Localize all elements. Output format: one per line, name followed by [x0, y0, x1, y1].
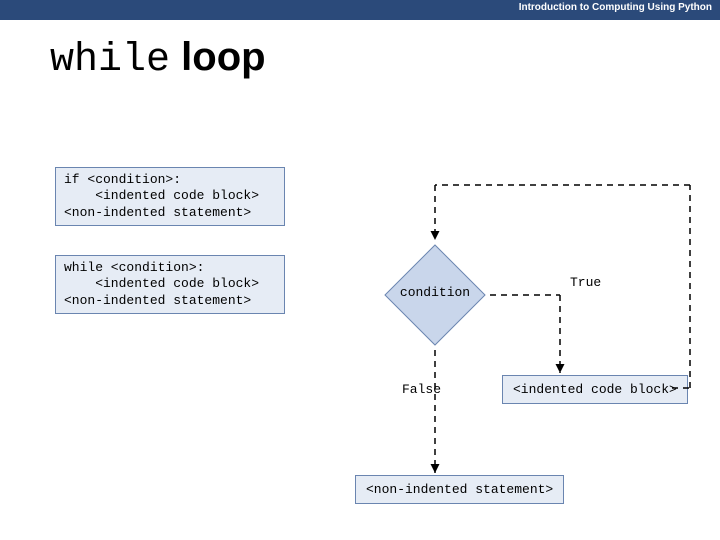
- header-course-text: Introduction to Computing Using Python: [519, 2, 712, 13]
- header-bar: Introduction to Computing Using Python: [0, 0, 720, 20]
- flow-box-non-indented: <non-indented statement>: [355, 475, 564, 504]
- flow-box-indented-block: <indented code block>: [502, 375, 688, 404]
- slide-title: while loop: [50, 35, 266, 83]
- title-keyword: while: [50, 38, 170, 83]
- code-box-while: while <condition>: <indented code block>…: [55, 255, 285, 314]
- diamond-label: condition: [380, 285, 490, 300]
- label-true: True: [570, 275, 601, 290]
- title-rest: loop: [170, 35, 266, 79]
- label-false: False: [402, 382, 441, 397]
- code-box-if: if <condition>: <indented code block> <n…: [55, 167, 285, 226]
